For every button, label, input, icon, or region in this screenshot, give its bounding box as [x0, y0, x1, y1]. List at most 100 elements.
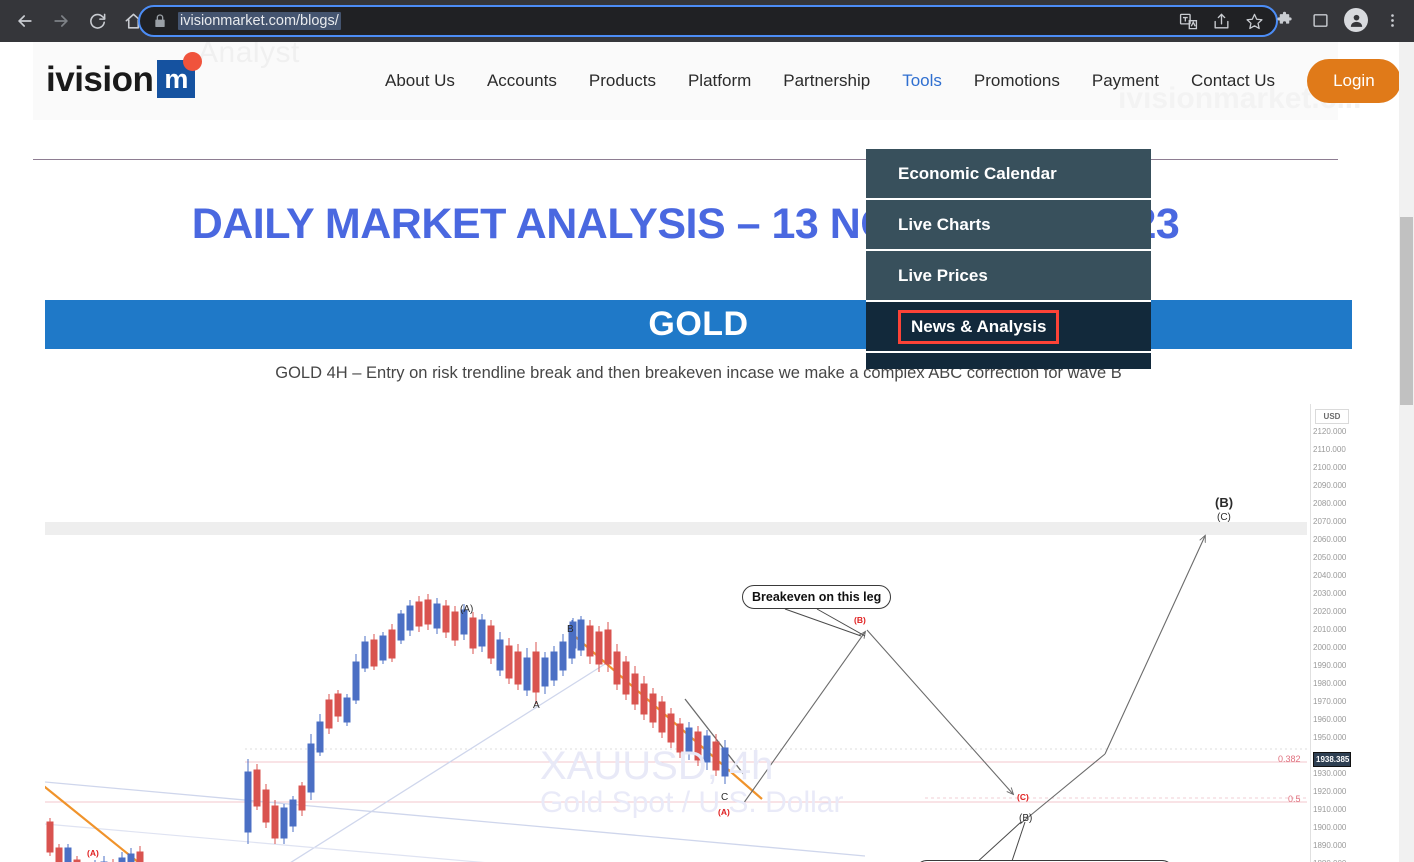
- header-watermark: Analyst: [198, 42, 300, 69]
- chart-plot-area[interactable]: [45, 404, 1307, 862]
- candlestick-series: [46, 594, 729, 862]
- axis-tick: 1930.000: [1313, 769, 1347, 778]
- wave-label-c: C: [721, 792, 729, 803]
- axis-tick: 1980.000: [1313, 679, 1347, 688]
- wave-label-b: B: [567, 624, 574, 635]
- back-button[interactable]: [8, 4, 42, 38]
- axis-tick: 1890.000: [1313, 841, 1347, 850]
- back-arrow-icon: [18, 15, 32, 27]
- trading-chart: XAUUSD, 4h Gold Spot / U.S. Dollar (A) (…: [45, 404, 1352, 862]
- puzzle-extensions-icon: [1276, 11, 1292, 24]
- scrollbar-thumb[interactable]: [1400, 217, 1413, 405]
- axis-tick: 2110.000: [1313, 445, 1346, 454]
- post-description: GOLD 4H – Entry on risk trendline break …: [275, 364, 1122, 382]
- side-panel-icon: [1312, 13, 1328, 27]
- axis-tick: 2080.000: [1313, 499, 1347, 508]
- axis-tick: 2020.000: [1313, 607, 1347, 616]
- wave-label-b-paren-top: (B): [1215, 495, 1234, 510]
- axis-tick: 1900.000: [1313, 823, 1347, 832]
- projection-leg-up-1: [742, 632, 865, 805]
- site-logo[interactable]: ivision m: [46, 52, 203, 99]
- star-bookmark-icon[interactable]: [1245, 12, 1264, 31]
- forward-button[interactable]: [44, 4, 78, 38]
- trendline-lower-light: [45, 823, 485, 862]
- axis-tick: 1970.000: [1313, 697, 1347, 706]
- tools-dropdown-menu: Economic Calendar Live Charts Live Price…: [866, 149, 1151, 369]
- current-price-tag: 1938.385: [1313, 752, 1351, 767]
- axis-tick: 2000.000: [1313, 643, 1347, 652]
- axis-tick: 2070.000: [1313, 517, 1347, 526]
- site-header: Analyst ivisionmarket.c... ivision m Abo…: [33, 42, 1401, 120]
- logo-wordmark: ivision: [46, 59, 154, 99]
- dropdown-item-label: News & Analysis: [898, 309, 1060, 344]
- omnibox-icons: [1179, 12, 1264, 31]
- chart-svg: [45, 404, 1307, 862]
- dropdown-item-label: Live Charts: [898, 214, 991, 234]
- browser-menu-button[interactable]: [1376, 4, 1408, 36]
- browser-nav-buttons: [0, 4, 150, 38]
- fib-label-0382: 0.382: [1278, 754, 1301, 764]
- axis-tick: 2100.000: [1313, 463, 1347, 472]
- axis-tick: 1910.000: [1313, 805, 1347, 814]
- reload-button[interactable]: [80, 4, 114, 38]
- axis-tick: 1960.000: [1313, 715, 1347, 724]
- forward-arrow-icon: [54, 15, 68, 27]
- nav-item-partnership[interactable]: Partnership: [767, 71, 886, 91]
- dropdown-item-news-and-analysis[interactable]: News & Analysis: [866, 302, 1151, 353]
- login-button[interactable]: Login: [1307, 59, 1401, 103]
- axis-tick: 2010.000: [1313, 625, 1347, 634]
- side-panel-button[interactable]: [1304, 4, 1336, 36]
- nav-item-tools[interactable]: Tools: [886, 71, 958, 91]
- logo-dot-icon: [183, 52, 203, 71]
- axis-tick: 2030.000: [1313, 589, 1347, 598]
- nav-item-contact-us[interactable]: Contact Us: [1175, 71, 1291, 91]
- wave-label-c-paren-top: (C): [1217, 512, 1231, 523]
- wave-label-a-paren-black: (A): [460, 604, 474, 615]
- axis-tick: 2120.000: [1313, 427, 1347, 436]
- axis-tick: 1990.000: [1313, 661, 1347, 670]
- nav-item-about-us[interactable]: About Us: [369, 71, 471, 91]
- axis-tick: 1950.000: [1313, 733, 1347, 742]
- profile-button[interactable]: [1340, 4, 1372, 36]
- axis-currency-label: USD: [1315, 409, 1349, 424]
- axis-tick: 2050.000: [1313, 553, 1347, 562]
- projection-leg-up-2: [1104, 536, 1205, 755]
- price-axis[interactable]: USD 2120.000 2110.000 2100.000 2090.000 …: [1310, 404, 1352, 862]
- callout-leaders: [784, 608, 1026, 862]
- dropdown-item-label: Live Prices: [898, 265, 988, 285]
- url-text[interactable]: ivisionmarket.com/blogs/: [178, 12, 341, 30]
- nav-item-products[interactable]: Products: [573, 71, 672, 91]
- nav-item-payment[interactable]: Payment: [1076, 71, 1175, 91]
- share-icon[interactable]: [1212, 12, 1231, 31]
- translate-icon[interactable]: [1179, 12, 1198, 31]
- callout-breakeven: Breakeven on this leg: [742, 585, 892, 609]
- dropdown-item-live-prices[interactable]: Live Prices: [866, 251, 1151, 302]
- wave-label-a: A: [533, 700, 540, 711]
- projection-leg-down: [866, 629, 1013, 794]
- dropdown-item-label: Economic Calendar: [898, 163, 1057, 183]
- lock-icon: [155, 14, 165, 27]
- wave-label-b-paren-red: (B): [854, 615, 866, 625]
- address-bar[interactable]: ivisionmarket.com/blogs/: [138, 5, 1278, 37]
- wave-label-a-paren-red-left: (A): [87, 848, 99, 858]
- axis-tick: 2090.000: [1313, 481, 1347, 490]
- nav-item-platform[interactable]: Platform: [672, 71, 767, 91]
- chrome-right-controls: [1268, 4, 1408, 36]
- gold-section-banner: GOLD: [45, 300, 1352, 349]
- projection-paths: [742, 536, 1205, 825]
- wave-label-b-paren-lower: (B): [1019, 813, 1033, 824]
- fib-label-05: 0.5: [1288, 794, 1301, 804]
- dropdown-item-economic-calendar[interactable]: Economic Calendar: [866, 149, 1151, 200]
- axis-tick: 2060.000: [1313, 535, 1347, 544]
- gold-banner-label: GOLD: [648, 305, 749, 343]
- extensions-button[interactable]: [1268, 4, 1300, 36]
- reload-icon: [89, 13, 105, 29]
- dropdown-bottom-cap: [866, 353, 1151, 369]
- page-scrollbar[interactable]: [1399, 42, 1414, 862]
- main-navigation: About Us Accounts Products Platform Part…: [369, 42, 1401, 120]
- projection-leg-b-up: [1019, 753, 1106, 825]
- nav-item-promotions[interactable]: Promotions: [958, 71, 1076, 91]
- nav-item-accounts[interactable]: Accounts: [471, 71, 573, 91]
- wave-label-c-paren-red: (C): [1017, 792, 1029, 802]
- dropdown-item-live-charts[interactable]: Live Charts: [866, 200, 1151, 251]
